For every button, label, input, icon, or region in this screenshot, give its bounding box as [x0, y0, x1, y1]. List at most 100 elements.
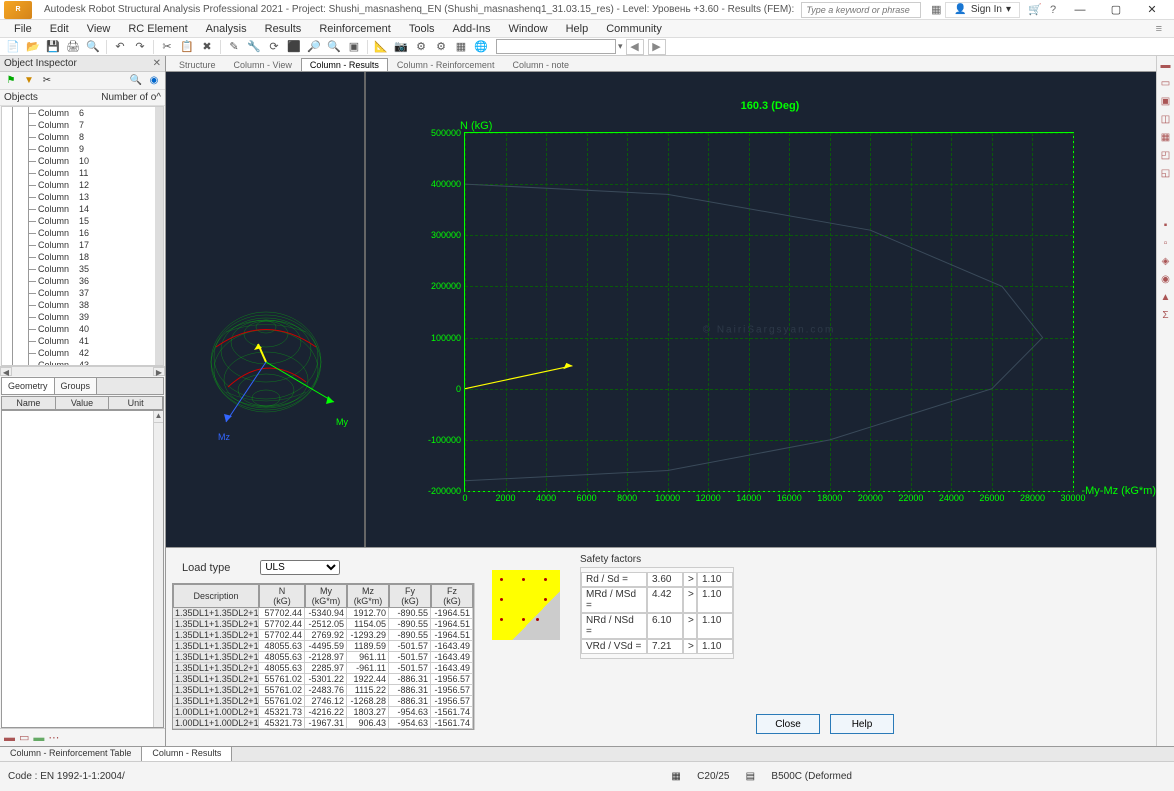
maximize-button[interactable]: ▢ [1098, 0, 1134, 20]
object-tree[interactable]: Column 6Column 7Column 8Column 9Column 1… [1, 106, 164, 366]
rotate-icon[interactable]: ⟳ [265, 39, 283, 55]
rt-icon-9[interactable]: ▫ [1159, 238, 1173, 252]
search2-icon[interactable]: 🔍 [129, 74, 143, 88]
table-row[interactable]: 1.35DL1+1.35DL2+1.35D48055.63-4495.59118… [173, 641, 473, 652]
copy-icon[interactable]: 📋 [178, 39, 196, 55]
tree-item-column[interactable]: Column 15 [2, 215, 163, 227]
viewport-3d[interactable]: My Mz [166, 72, 366, 547]
gear-icon[interactable]: ⚙ [432, 39, 450, 55]
close-button[interactable]: ✕ [1134, 0, 1170, 20]
cut2-icon[interactable]: ✂ [40, 74, 54, 88]
tab-column-view[interactable]: Column - View [225, 58, 301, 71]
scroll-left-icon[interactable]: ◀ [0, 367, 12, 376]
tree-item-column[interactable]: Column 8 [2, 131, 163, 143]
tree-item-column[interactable]: Column 16 [2, 227, 163, 239]
combo-dropdown-icon[interactable]: ▾ [618, 41, 623, 52]
rt-icon-1[interactable]: ▬ [1159, 60, 1173, 74]
tab-geometry[interactable]: Geometry [2, 378, 55, 394]
flag-icon[interactable]: ⚑ [4, 74, 18, 88]
menu-view[interactable]: View [79, 22, 119, 36]
rt-icon-11[interactable]: ◉ [1159, 274, 1173, 288]
rt-icon-3[interactable]: ▣ [1159, 96, 1173, 110]
table-row[interactable]: 1.35DL1+1.35DL2+1.35D57702.442769.92-129… [173, 630, 473, 641]
menu-overflow-icon[interactable]: ≡ [1150, 23, 1168, 35]
tree-item-column[interactable]: Column 11 [2, 167, 163, 179]
rt-icon-13[interactable]: Σ [1159, 310, 1173, 324]
nav-prev-icon[interactable]: ◀ [626, 39, 644, 55]
calc-icon[interactable]: ⚙ [412, 39, 430, 55]
tree-item-column[interactable]: Column 35 [2, 263, 163, 275]
rt-icon-6[interactable]: ◰ [1159, 150, 1173, 164]
table-row[interactable]: 1.35DL1+1.35DL2+1.35D57702.44-5340.94191… [173, 608, 473, 619]
tree-item-column[interactable]: Column 42 [2, 347, 163, 359]
panel-close-icon[interactable]: ✕ [153, 58, 161, 69]
new-icon[interactable]: 📄 [4, 39, 22, 55]
sign-in-button[interactable]: 👤 Sign In ▾ [945, 2, 1020, 18]
tree-item-column[interactable]: Column 40 [2, 323, 163, 335]
tree-item-column[interactable]: Column 7 [2, 119, 163, 131]
tab-structure[interactable]: Structure [170, 58, 225, 71]
print-icon[interactable]: 🖨 [64, 39, 82, 55]
menu-results[interactable]: Results [257, 22, 310, 36]
rt-icon-10[interactable]: ◈ [1159, 256, 1173, 270]
screenshot-icon[interactable]: 📷 [392, 39, 410, 55]
tree-item-column[interactable]: Column 38 [2, 299, 163, 311]
globe-icon[interactable]: 🌐 [472, 39, 490, 55]
prop-scroll-up-icon[interactable]: ▲ [154, 411, 163, 423]
scroll-right-icon[interactable]: ▶ [153, 367, 165, 376]
filter-icon[interactable]: ▼ [22, 74, 36, 88]
tab-column-results[interactable]: Column - Results [301, 58, 388, 71]
menu-tools[interactable]: Tools [401, 22, 443, 36]
tree-item-column[interactable]: Column 14 [2, 203, 163, 215]
menu-help[interactable]: Help [558, 22, 597, 36]
tree-item-column[interactable]: Column 6 [2, 107, 163, 119]
rt-icon-12[interactable]: ▲ [1159, 292, 1173, 306]
section-outline-icon[interactable]: ▭ [19, 731, 29, 744]
menu-edit[interactable]: Edit [42, 22, 77, 36]
zoom-fit-icon[interactable]: ▣ [345, 39, 363, 55]
snap-icon[interactable]: ▦ [452, 39, 470, 55]
measure-icon[interactable]: 📐 [372, 39, 390, 55]
results-table[interactable]: Description N(kG) My(kG*m) Mz(kG*m) Fy(k… [172, 583, 474, 730]
tree-item-column[interactable]: Column 37 [2, 287, 163, 299]
table-row[interactable]: 1.35DL1+1.35DL2+1.35D55761.022746.12-126… [173, 696, 473, 707]
menu-window[interactable]: Window [500, 22, 555, 36]
zoom-window-icon[interactable]: ⬛ [285, 39, 303, 55]
properties-grid[interactable]: ▲ [1, 410, 164, 728]
menu-analysis[interactable]: Analysis [198, 22, 255, 36]
wrench-icon[interactable]: 🔧 [245, 39, 263, 55]
table-row[interactable]: 1.00DL1+1.00DL2+1.00D45321.73-4216.22180… [173, 707, 473, 718]
table-row[interactable]: 1.35DL1+1.35DL2+1.35D55761.02-2483.76111… [173, 685, 473, 696]
table-row[interactable]: 1.35DL1+1.35DL2+1.35D48055.632285.97-961… [173, 663, 473, 674]
refresh-icon[interactable]: ◉ [147, 74, 161, 88]
rt-icon-5[interactable]: ▦ [1159, 132, 1173, 146]
table-row[interactable]: 1.35DL1+1.35DL2+1.35D55761.02-5301.22192… [173, 674, 473, 685]
section-green-icon[interactable]: ▬ [33, 732, 44, 744]
tree-item-column[interactable]: Column 17 [2, 239, 163, 251]
quick-search-input[interactable] [801, 2, 921, 18]
save-icon[interactable]: 💾 [44, 39, 62, 55]
tree-item-column[interactable]: Column 10 [2, 155, 163, 167]
tree-item-column[interactable]: Column 9 [2, 143, 163, 155]
rt-icon-4[interactable]: ◫ [1159, 114, 1173, 128]
tree-item-column[interactable]: Column 36 [2, 275, 163, 287]
apps-icon[interactable]: ▦ [929, 3, 943, 17]
menu-reinforcement[interactable]: Reinforcement [311, 22, 399, 36]
tree-item-column[interactable]: Column 18 [2, 251, 163, 263]
cut-icon[interactable]: ✂ [158, 39, 176, 55]
preview-icon[interactable]: 🔍 [84, 39, 102, 55]
help-icon[interactable]: ? [1046, 3, 1060, 17]
redo-icon[interactable]: ↷ [131, 39, 149, 55]
table-row[interactable]: 1.35DL1+1.35DL2+1.35D57702.44-2512.05115… [173, 619, 473, 630]
table-row[interactable]: 1.35DL1+1.35DL2+1.35D48055.63-2128.97961… [173, 652, 473, 663]
tree-item-column[interactable]: Column 43 [2, 359, 163, 366]
tree-item-column[interactable]: Column 12 [2, 179, 163, 191]
undo-icon[interactable]: ↶ [111, 39, 129, 55]
nav-next-icon[interactable]: ▶ [648, 39, 666, 55]
zoom-out-icon[interactable]: 🔍 [325, 39, 343, 55]
load-type-select[interactable]: ULS [260, 560, 340, 575]
zoom-in-icon[interactable]: 🔎 [305, 39, 323, 55]
interaction-chart[interactable]: 160.3 (Deg) N (kG) -My-Mz (kG*m) © Nairi… [366, 72, 1174, 547]
tab-groups[interactable]: Groups [55, 378, 98, 394]
minimize-button[interactable]: — [1062, 0, 1098, 20]
